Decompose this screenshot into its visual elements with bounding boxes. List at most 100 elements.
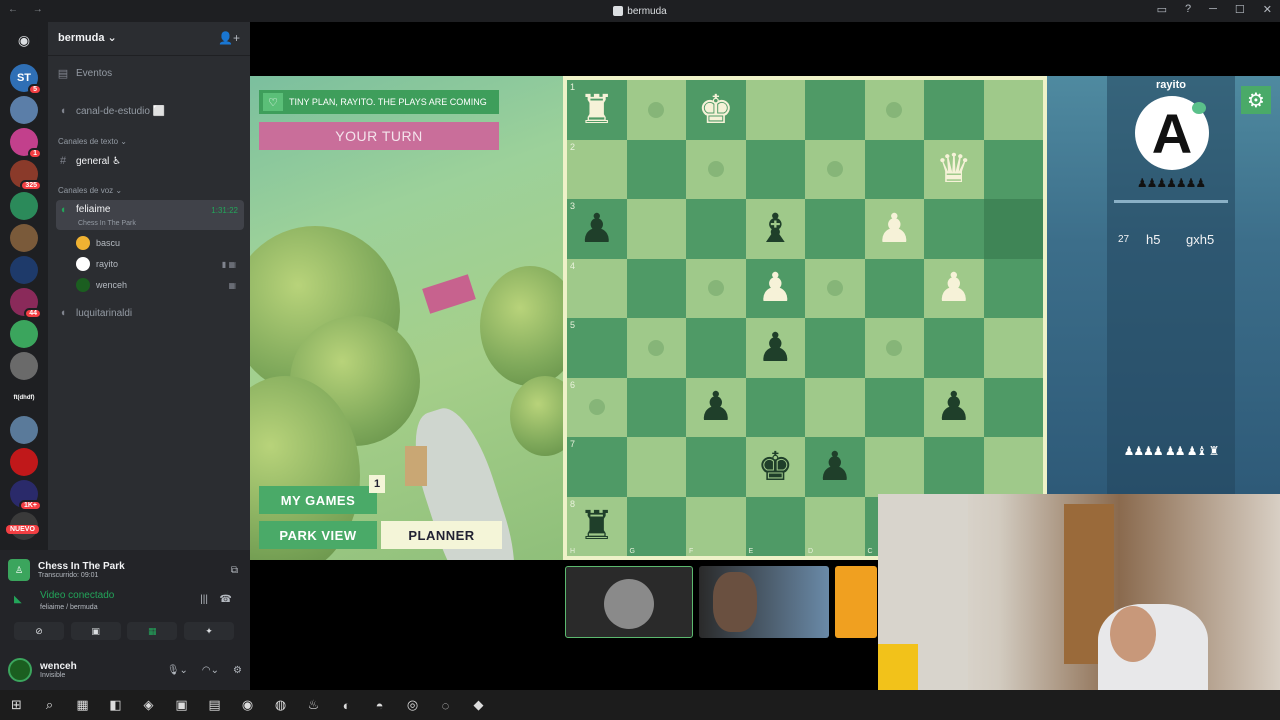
- move-hint-dot[interactable]: [648, 101, 665, 118]
- taskbar-app-icon[interactable]: ◎: [396, 690, 429, 720]
- noise-icon[interactable]: |||: [200, 594, 208, 605]
- my-games-button[interactable]: MY GAMES: [259, 486, 377, 514]
- white-pawn-piece[interactable]: ♟: [876, 209, 912, 249]
- server-icon[interactable]: 1: [10, 128, 42, 159]
- board-square[interactable]: ♟: [745, 318, 805, 378]
- white-pawn-piece[interactable]: ♟: [936, 268, 972, 308]
- help-icon[interactable]: ?: [1185, 3, 1191, 16]
- participant-tile[interactable]: [565, 566, 693, 638]
- move-white[interactable]: h5: [1146, 232, 1160, 247]
- board-square[interactable]: [805, 199, 865, 259]
- board-square[interactable]: [864, 377, 924, 437]
- server-icon[interactable]: [10, 192, 38, 220]
- board-square[interactable]: 1 ♜: [567, 80, 627, 140]
- board-square[interactable]: ♚: [686, 80, 746, 140]
- board-square[interactable]: 3 ♟: [567, 199, 627, 259]
- board-square[interactable]: ♚: [745, 437, 805, 497]
- white-queen-piece[interactable]: ♛: [936, 149, 972, 189]
- black-pawn-piece[interactable]: ♟: [757, 328, 793, 368]
- taskbar-app-icon[interactable]: ◉: [231, 690, 264, 720]
- board-square[interactable]: [686, 437, 746, 497]
- board-square[interactable]: G: [626, 496, 686, 556]
- board-square[interactable]: [626, 139, 686, 199]
- server-icon[interactable]: [10, 256, 38, 284]
- maximize-button[interactable]: ☐: [1235, 3, 1245, 16]
- events-item[interactable]: ▤ Eventos: [56, 63, 244, 83]
- taskbar-app-icon[interactable]: ▤: [198, 690, 231, 720]
- board-square[interactable]: [864, 437, 924, 497]
- board-square[interactable]: [626, 437, 686, 497]
- board-square[interactable]: 4: [567, 258, 627, 318]
- voice-member[interactable]: wenceh ▦: [76, 276, 236, 294]
- board-square[interactable]: [805, 139, 865, 199]
- board-square[interactable]: [864, 80, 924, 140]
- board-square[interactable]: [686, 199, 746, 259]
- server-name[interactable]: bermuda ⌄: [58, 31, 117, 44]
- settings-icon[interactable]: ⚙: [233, 665, 242, 676]
- board-square[interactable]: [983, 437, 1043, 497]
- mic-icon[interactable]: 🎙⌄: [167, 665, 188, 676]
- move-hint-dot[interactable]: [707, 161, 724, 178]
- board-square[interactable]: 5: [567, 318, 627, 378]
- discord-home-icon[interactable]: ◉: [10, 26, 38, 54]
- channel-study[interactable]: ◖ canal-de-estudio ⬜: [56, 101, 244, 121]
- board-square[interactable]: [864, 139, 924, 199]
- board-square[interactable]: [983, 199, 1043, 259]
- server-icon[interactable]: [10, 224, 38, 252]
- screen-share-button[interactable]: ▣: [70, 622, 121, 640]
- board-square[interactable]: [805, 377, 865, 437]
- board-square[interactable]: [805, 318, 865, 378]
- participant-tile[interactable]: [835, 566, 877, 638]
- board-square[interactable]: [924, 318, 984, 378]
- board-square[interactable]: [626, 80, 686, 140]
- activities-button[interactable]: ▦: [127, 622, 178, 640]
- board-square[interactable]: [983, 318, 1043, 378]
- board-square[interactable]: [626, 318, 686, 378]
- board-square[interactable]: [805, 258, 865, 318]
- black-pawn-piece[interactable]: ♟: [817, 447, 853, 487]
- park-view-button[interactable]: PARK VIEW: [259, 521, 377, 549]
- server-icon[interactable]: 325: [10, 160, 42, 191]
- channel-general[interactable]: # general ♿: [56, 151, 244, 171]
- board-square[interactable]: [864, 258, 924, 318]
- black-pawn-piece[interactable]: ♟: [698, 387, 734, 427]
- camera-off-button[interactable]: ⊘: [14, 622, 64, 640]
- board-square[interactable]: ♟: [805, 437, 865, 497]
- close-button[interactable]: ✕: [1263, 3, 1272, 16]
- headset-icon[interactable]: ◠⌄: [202, 665, 219, 676]
- taskbar-app-icon[interactable]: ⌕: [33, 690, 66, 720]
- planner-button[interactable]: PLANNER: [381, 521, 502, 549]
- black-rook-piece[interactable]: ♜: [579, 506, 615, 546]
- taskbar-app-icon[interactable]: ◌: [429, 690, 462, 720]
- board-square[interactable]: ♟: [864, 199, 924, 259]
- move-hint-dot[interactable]: [648, 339, 665, 356]
- server-icon[interactable]: [10, 448, 38, 476]
- board-square[interactable]: [745, 139, 805, 199]
- move-hint-dot[interactable]: [826, 161, 843, 178]
- board-square[interactable]: [983, 377, 1043, 437]
- black-bishop-piece[interactable]: ♝: [757, 209, 793, 249]
- board-square[interactable]: [983, 80, 1043, 140]
- white-king-piece[interactable]: ♚: [698, 90, 734, 130]
- board-square[interactable]: ♝: [745, 199, 805, 259]
- board-square[interactable]: [745, 80, 805, 140]
- server-icon[interactable]: [10, 416, 38, 444]
- text-category[interactable]: Canales de texto ⌄: [58, 137, 127, 146]
- board-square[interactable]: 7: [567, 437, 627, 497]
- taskbar-app-icon[interactable]: ◐: [330, 690, 363, 720]
- server-icon[interactable]: ST 5: [10, 64, 42, 95]
- board-square[interactable]: [983, 139, 1043, 199]
- taskbar-app-icon[interactable]: ⊞: [0, 690, 33, 720]
- board-square[interactable]: [924, 437, 984, 497]
- taskbar-app-icon[interactable]: ◧: [99, 690, 132, 720]
- board-square[interactable]: [924, 80, 984, 140]
- voice-channel-other[interactable]: ◖ luquitarinaldi: [56, 303, 244, 323]
- server-icon[interactable]: 44: [10, 288, 42, 319]
- move-hint-dot[interactable]: [886, 101, 903, 118]
- board-square[interactable]: 2: [567, 139, 627, 199]
- board-square[interactable]: ♟: [745, 258, 805, 318]
- board-square[interactable]: ♟: [686, 377, 746, 437]
- board-square[interactable]: 8 H ♜: [567, 496, 627, 556]
- taskbar-app-icon[interactable]: ◍: [264, 690, 297, 720]
- minimize-button[interactable]: ─: [1209, 3, 1217, 16]
